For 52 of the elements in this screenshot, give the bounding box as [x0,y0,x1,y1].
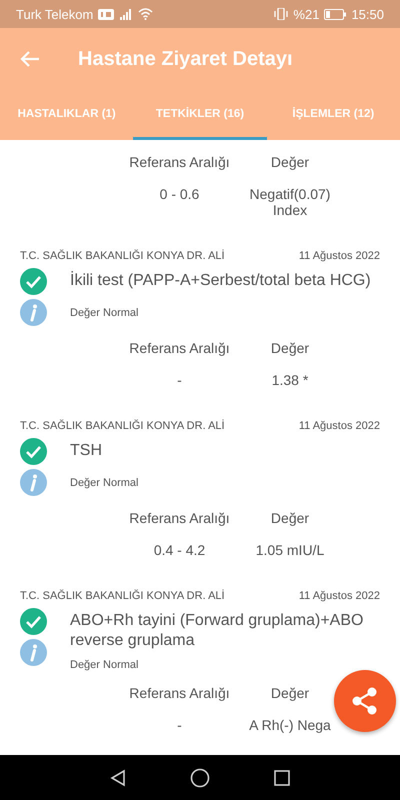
tab[interactable]: İŞLEMLER (12) [266,90,400,140]
info-icon[interactable] [20,469,47,496]
status-text: Değer Normal [70,306,140,318]
reference-range: - [177,717,182,733]
column-header: Referans Aralığı [129,510,230,526]
result-value: 1.38 * [272,372,308,388]
check-icon [20,438,47,465]
hd-icon [98,8,114,20]
result-value: 1.05 mIU/L [256,542,324,558]
column-header: Referans Aralığı [129,685,230,701]
share-button[interactable] [334,670,396,732]
lab-source: T.C. SAĞLIK BAKANLIĞI KONYA DR. ALİ [20,250,225,262]
reference-range: - [177,372,182,388]
screen-title: Hastane Ziyaret Detayı [78,48,293,70]
test-date: 11 Ağustos 2022 [298,420,380,432]
test-name: ABO+Rh tayini (Forward gruplama)+ABO reverse gruplama [70,611,364,651]
clock-time: 15:50 [351,6,384,22]
check-icon [20,608,47,635]
column-header: Değer [270,685,310,701]
test-date: 11 Ağustos 2022 [298,250,380,262]
test-name: İkili test (PAPP-A+Serbest/total beta HCG) [70,270,372,291]
recents-nav-icon[interactable] [274,770,290,786]
result-value: A Rh(-) Nega [249,717,331,733]
vibrate-icon [274,8,288,20]
column-header: Referans Aralığı [129,340,230,356]
back-arrow-icon[interactable] [20,50,40,68]
battery-percent: %21 [293,6,320,22]
reference-range: 0.4 - 4.2 [154,542,206,558]
tab[interactable]: HASTALIKLAR (1) [0,90,134,140]
share-icon [352,687,378,715]
lab-source: T.C. SAĞLIK BAKANLIĞI KONYA DR. ALİ [20,590,225,602]
column-header: Değer [270,154,310,170]
signal-icon [119,8,134,20]
column-header: Referans Aralığı [129,154,230,170]
status-text: Değer Normal [70,476,140,488]
info-icon[interactable] [20,299,47,326]
lab-source: T.C. SAĞLIK BAKANLIĞI KONYA DR. ALİ [20,420,225,432]
result-value: Negatif(0.07) Index [248,186,332,218]
column-header: Değer [270,340,310,356]
wifi-icon [138,8,154,20]
status-text: Değer Normal [70,658,140,671]
column-header: Değer [270,510,310,526]
home-nav-icon[interactable] [190,768,210,788]
carrier-name: Turk Telekom [16,6,94,22]
reference-range: 0 - 0.6 [160,186,200,204]
test-date: 11 Ağustos 2022 [298,590,380,602]
info-icon[interactable] [20,639,47,666]
test-name: TSH [70,441,103,461]
back-nav-icon[interactable] [110,768,126,786]
battery-icon [324,8,346,20]
tab[interactable]: TETKİKLER (16) [133,90,267,140]
check-icon [20,268,47,295]
